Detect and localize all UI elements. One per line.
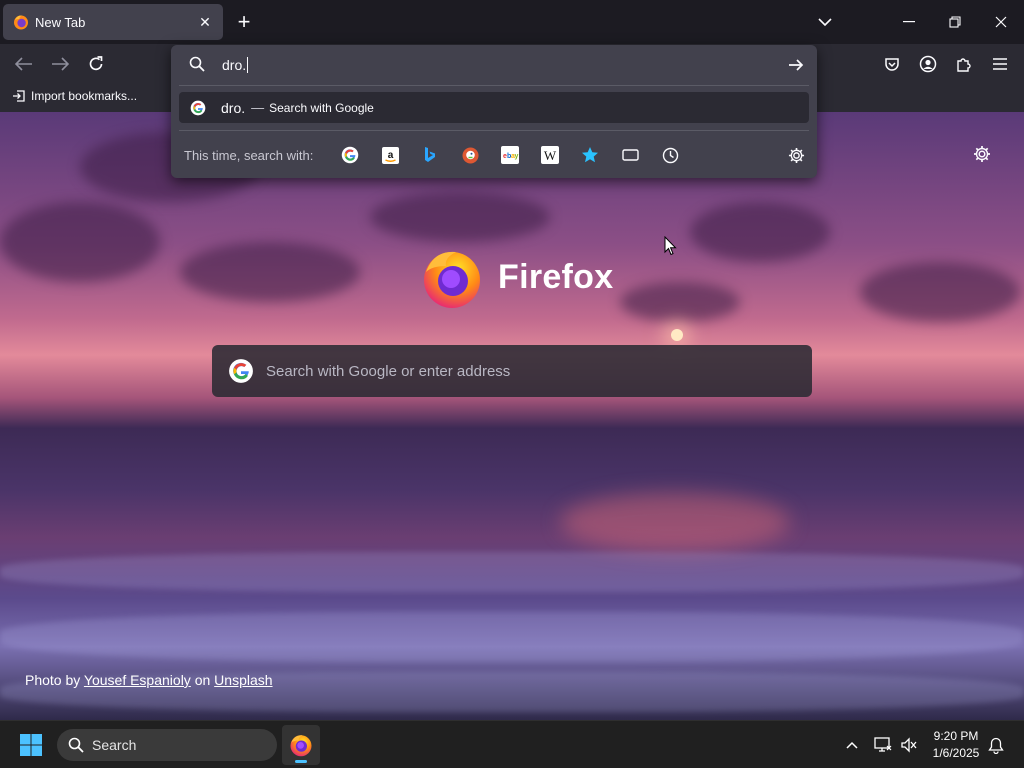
search-icon [189,56,205,72]
firefox-logo-icon [424,251,480,308]
taskbar-search-label: Search [92,737,137,753]
taskbar-clock[interactable]: 9:20 PM 1/6/2025 [926,728,986,762]
google-icon [190,100,206,115]
google-icon [229,359,253,383]
clock-time: 9:20 PM [933,729,979,743]
bing-icon[interactable] [419,144,441,166]
urlbar-result-row[interactable]: dro. — Search with Google [179,92,809,123]
svg-text:W: W [544,148,557,163]
back-arrow-icon[interactable] [11,51,37,77]
firefox-favicon-icon [14,15,28,30]
google-icon[interactable] [339,144,361,166]
windows-taskbar: Search 9:20 PM 1/6/2025 [0,720,1024,768]
mouse-cursor-icon [664,236,677,256]
amazon-icon[interactable]: a [379,144,401,166]
account-icon[interactable] [915,51,941,77]
result-action: Search with Google [269,100,374,115]
result-query: dro. [221,99,246,116]
restore-button[interactable] [940,8,970,36]
import-icon [13,90,25,102]
ebay-icon[interactable]: ebay [499,144,521,166]
svg-text:y: y [515,153,519,160]
urlbar-typed-value: dro. [222,57,247,73]
bookmarks-star-icon[interactable] [579,144,601,166]
extensions-puzzle-icon[interactable] [951,51,977,77]
newtab-search-box[interactable] [212,345,812,397]
network-icon[interactable] [873,735,893,755]
taskbar-search-box[interactable]: Search [57,729,277,761]
urlbar-typed-text[interactable]: dro. [222,57,249,73]
one-off-search-label: This time, search with: [184,148,314,163]
photo-credit: Photo by Yousef Espanioly on Unsplash [25,672,273,688]
tabs-icon[interactable] [619,144,641,166]
title-bar: New Tab ✕ + [0,0,1024,44]
search-settings-gear-icon[interactable] [785,144,807,166]
firefox-wordmark: Firefox [498,258,614,296]
urlbar-dropdown: dro. dro. — Search with Google This time… [171,45,817,178]
list-all-tabs-chevron-icon[interactable] [812,10,838,34]
background-photo [0,112,1024,720]
forward-arrow-icon[interactable] [47,51,73,77]
go-arrow-icon[interactable] [785,54,807,76]
import-bookmarks-button[interactable]: Import bookmarks... [12,89,137,103]
firefox-taskbar-icon [290,735,312,757]
volume-muted-icon[interactable] [899,735,919,755]
result-dash: — [251,100,265,115]
newtab-settings-gear-icon[interactable] [970,142,994,166]
tab-title: New Tab [35,14,86,30]
reload-icon[interactable] [83,51,109,77]
hamburger-menu-icon[interactable] [987,51,1013,77]
notification-bell-icon[interactable] [986,735,1006,755]
newtab-search-input[interactable] [266,362,766,380]
minimize-button[interactable] [894,8,924,36]
credit-on: on [194,672,211,688]
svg-text:a: a [387,150,393,161]
tab-new-tab[interactable]: New Tab ✕ [3,4,223,40]
search-icon [68,737,84,753]
taskbar-firefox-button[interactable] [282,725,320,765]
show-hidden-icons-chevron-icon[interactable] [842,735,862,755]
credit-author-link[interactable]: Yousef Espanioly [84,672,191,688]
tab-close-icon[interactable]: ✕ [195,12,215,32]
pocket-icon[interactable] [879,51,905,77]
credit-prefix: Photo by [25,672,81,688]
import-bookmarks-label: Import bookmarks... [31,89,138,103]
urlbar-input[interactable]: dro. [171,45,817,85]
credit-site-link[interactable]: Unsplash [214,672,272,688]
new-tab-button[interactable]: + [232,10,256,34]
wikipedia-icon[interactable]: W [539,144,561,166]
clock-date: 1/6/2025 [932,746,980,760]
duckduckgo-icon[interactable] [459,144,481,166]
close-window-button[interactable] [986,8,1016,36]
windows-start-icon[interactable] [19,733,43,757]
history-icon[interactable] [659,144,681,166]
